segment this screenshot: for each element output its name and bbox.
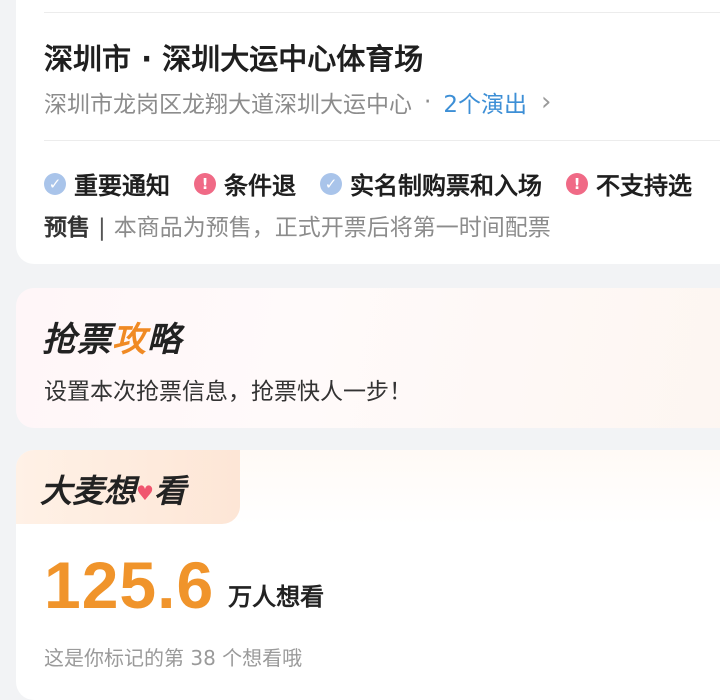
want-number: 125.6 [44,548,215,622]
want-note: 这是你标记的第 38 个想看哦 [44,646,303,670]
strategy-title-part: 略 [147,320,182,360]
venue-card: 深圳市 · 深圳大运中心体育场 深圳市龙岗区龙翔大道深圳大运中心 · 2个演出 … [16,0,720,264]
presale-text: 本商品为预售，正式开票后将第一时间配票 [113,215,551,241]
chevron-right-icon[interactable]: › [541,87,551,117]
want-card: 大麦想♥看 125.6 万人想看 这是你标记的第 38 个想看哦 [16,450,720,700]
notice-real-name[interactable]: ✓ 实名制购票和入场 [320,166,542,201]
notice-label: 实名制购票和入场 [350,172,542,200]
want-count: 125.6 万人想看 [44,552,324,618]
exclamation-circle-icon: ! [566,172,588,195]
strategy-card[interactable]: 抢票攻略 设置本次抢票信息，抢票快人一步！ [16,288,720,428]
check-circle-icon: ✓ [320,172,342,195]
notice-refund[interactable]: ! 条件退 [194,166,296,201]
check-circle-icon: ✓ [44,172,66,195]
want-title-part: 大麦想 [40,472,137,510]
want-unit: 万人想看 [228,583,325,611]
venue-title: 深圳市 · 深圳大运中心体育场 [44,42,424,76]
exclamation-circle-icon: ! [194,172,216,195]
notice-label: 重要通知 [74,172,170,200]
service-notices[interactable]: ✓ 重要通知 ! 条件退 ✓ 实名制购票和入场 ! 不支持选 [44,166,716,201]
shows-link[interactable]: 2个演出 [443,85,527,119]
divider [44,12,720,13]
notice-label: 不支持选 [596,172,692,200]
want-title: 大麦想♥看 [40,466,186,512]
venue-address: 深圳市龙岗区龙翔大道深圳大运中心 [44,92,412,118]
notice-no-seat-select[interactable]: ! 不支持选 [566,166,692,201]
notice-important[interactable]: ✓ 重要通知 [44,166,170,201]
venue-address-row[interactable]: 深圳市龙岗区龙翔大道深圳大运中心 · 2个演出 › [44,85,551,119]
divider [44,140,720,141]
presale-separator: | [98,215,106,241]
separator-dot: · [424,89,432,115]
notice-label: 条件退 [224,172,296,200]
heart-icon: ♥ [136,481,154,505]
strategy-title: 抢票攻略 [42,312,182,361]
presale-tag: 预售 [44,215,90,241]
presale-info: 预售 | 本商品为预售，正式开票后将第一时间配票 [44,208,551,242]
strategy-title-part: 抢票 [42,320,112,360]
want-title-part: 看 [153,472,186,510]
strategy-subtitle: 设置本次抢票信息，抢票快人一步！ [44,379,412,405]
strategy-title-accent: 攻 [112,320,147,360]
